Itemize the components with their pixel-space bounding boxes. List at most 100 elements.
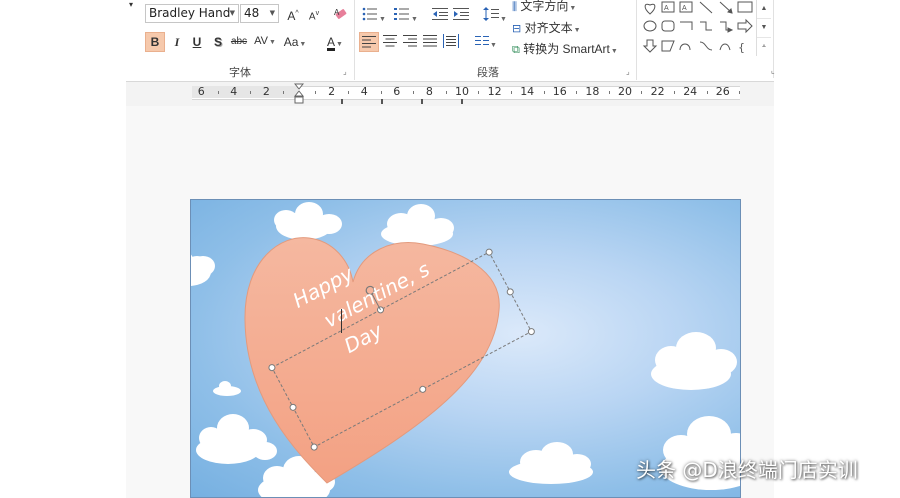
ruler-label: 8	[425, 85, 433, 98]
font-name-combo[interactable]: Bradley Hand ▼	[145, 4, 239, 23]
font-name-value: Bradley Hand	[149, 6, 231, 20]
ruler-tick	[510, 91, 512, 94]
gallery-more-button[interactable]: ⩡	[757, 38, 771, 56]
ruler-label: 16	[552, 85, 567, 98]
strikethrough-label: abc	[230, 36, 248, 47]
ruler-tick	[380, 91, 382, 94]
bold-button[interactable]: B	[145, 32, 165, 52]
font-group-label: 字体	[229, 67, 251, 79]
gallery-scroll-down[interactable]: ▼	[757, 19, 771, 38]
cloud-top-left	[274, 202, 342, 240]
ruler-tick	[673, 91, 675, 94]
text-shadow-button[interactable]: S	[209, 32, 227, 52]
ruler-label: 22	[650, 85, 665, 98]
bullets-button[interactable]: ▼	[361, 4, 387, 24]
font-color-label: A	[327, 35, 336, 51]
align-center-button[interactable]	[381, 32, 399, 52]
ruler-tick	[217, 91, 219, 94]
svg-text:A: A	[664, 5, 669, 12]
change-case-button[interactable]: Aa▼	[281, 32, 309, 52]
ruler-tab-marker[interactable]	[381, 99, 383, 104]
ruler-label: 10	[455, 85, 469, 98]
ruler-tab-marker[interactable]	[461, 99, 463, 104]
ruler-tick	[347, 91, 349, 94]
watermark: 头条 @D浪终端门店实训	[636, 458, 858, 482]
convert-smartart-label: 转换为 SmartArt	[523, 42, 610, 56]
align-right-button[interactable]	[401, 32, 419, 52]
increase-indent-button[interactable]	[452, 4, 470, 24]
increase-indent-icon	[453, 8, 469, 20]
align-text-label: 对齐文本	[524, 21, 573, 35]
justify-icon	[423, 35, 437, 47]
ruler-tick	[543, 91, 545, 94]
ruler-tick	[315, 91, 317, 94]
distributed-icon	[443, 34, 459, 48]
ruler-label: 14	[520, 85, 535, 98]
ruler-label: 2	[262, 85, 270, 98]
spacing-label: AV	[254, 35, 268, 47]
ribbon-edge-marker: ⌞	[771, 66, 775, 75]
text-direction-button[interactable]: ⫼ 文字方向▼	[512, 0, 592, 16]
ruler-tick	[641, 91, 643, 94]
group-separator	[636, 0, 637, 80]
smartart-icon: ⧉	[512, 44, 520, 56]
align-left-button[interactable]	[359, 32, 379, 52]
numbering-button[interactable]: ▼	[393, 4, 419, 24]
change-case-label: Aa	[283, 35, 299, 49]
ribbon-scroll-arrow[interactable]: ▾	[122, 0, 140, 20]
align-center-icon	[383, 35, 397, 47]
ruler-tab-marker[interactable]	[421, 99, 423, 104]
ruler-label: 20	[618, 85, 632, 98]
ribbon: ▾ Bradley Hand ▼ 48 ▼ A^ Av A B I U S ab…	[0, 0, 900, 82]
bold-label: B	[150, 35, 160, 49]
grow-font-button[interactable]: A^	[284, 4, 302, 24]
shapes-gallery[interactable]: A A { ▲ ▼ ⩡	[640, 0, 771, 56]
indent-marker-icon[interactable]	[294, 83, 304, 105]
cloud-far-left-visible	[191, 256, 209, 286]
bullet-list-icon	[362, 7, 378, 21]
font-size-combo[interactable]: 48 ▼	[240, 4, 279, 23]
font-size-value: 48	[244, 6, 260, 20]
align-text-icon: ⊟	[512, 23, 522, 35]
ruler-tick	[282, 91, 284, 94]
shapes-gallery-scroll: ▲ ▼ ⩡	[756, 0, 771, 56]
ruler-tick	[608, 91, 610, 94]
shadow-label: S	[213, 35, 222, 49]
svg-text:A: A	[334, 8, 340, 17]
convert-smartart-button[interactable]: ⧉ 转换为 SmartArt▼	[512, 39, 630, 59]
ruler-label: 6	[393, 85, 401, 98]
align-text-button[interactable]: ⊟ 对齐文本▼	[512, 18, 592, 38]
text-direction-icon: ⫼	[512, 1, 518, 13]
character-spacing-button[interactable]: AV▼	[252, 31, 278, 51]
align-left-icon	[362, 36, 376, 48]
ruler-label: 24	[683, 85, 698, 98]
underline-label: U	[192, 35, 202, 49]
paragraph-dialog-launcher[interactable]: ⌟	[626, 68, 634, 76]
eraser-icon: A	[334, 8, 347, 19]
ruler-tick	[445, 91, 447, 94]
line-spacing-button[interactable]: ▼	[482, 4, 508, 24]
svg-text:A: A	[682, 5, 687, 12]
font-color-button[interactable]: A▼	[322, 32, 348, 52]
underline-button[interactable]: U	[188, 32, 206, 52]
decrease-indent-button[interactable]	[431, 4, 449, 24]
clear-formatting-button[interactable]: A	[332, 4, 350, 24]
strikethrough-button[interactable]: abc	[229, 32, 249, 52]
chevron-down-icon: ▼	[269, 9, 275, 17]
justify-button[interactable]	[421, 32, 439, 52]
gallery-scroll-up[interactable]: ▲	[757, 0, 771, 19]
ruler-tab-marker[interactable]	[341, 99, 343, 104]
line-spacing-icon	[483, 7, 500, 21]
columns-button[interactable]: ▼	[472, 32, 500, 52]
group-separator	[354, 0, 355, 80]
font-dialog-launcher[interactable]: ⌟	[343, 68, 351, 76]
cloud-small-left	[213, 381, 241, 396]
align-right-icon	[403, 35, 417, 47]
ruler-label: 4	[360, 85, 368, 98]
italic-button[interactable]: I	[168, 32, 186, 52]
ruler-label: 4	[230, 85, 238, 98]
distributed-button[interactable]	[441, 32, 461, 52]
chevron-down-icon: ▼	[229, 9, 235, 17]
shrink-font-button[interactable]: Av	[305, 4, 323, 24]
text-direction-label: 文字方向	[520, 0, 569, 13]
